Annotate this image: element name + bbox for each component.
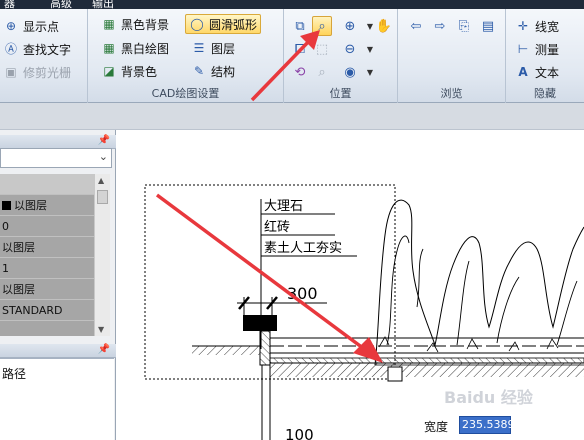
width-label: 宽度 — [424, 420, 449, 434]
width-input[interactable]: 235.5389 — [459, 416, 515, 434]
watermark: Baidu 经验 — [444, 388, 533, 407]
annotation-overlay — [250, 30, 320, 102]
annotation-arrow-line — [250, 36, 314, 102]
